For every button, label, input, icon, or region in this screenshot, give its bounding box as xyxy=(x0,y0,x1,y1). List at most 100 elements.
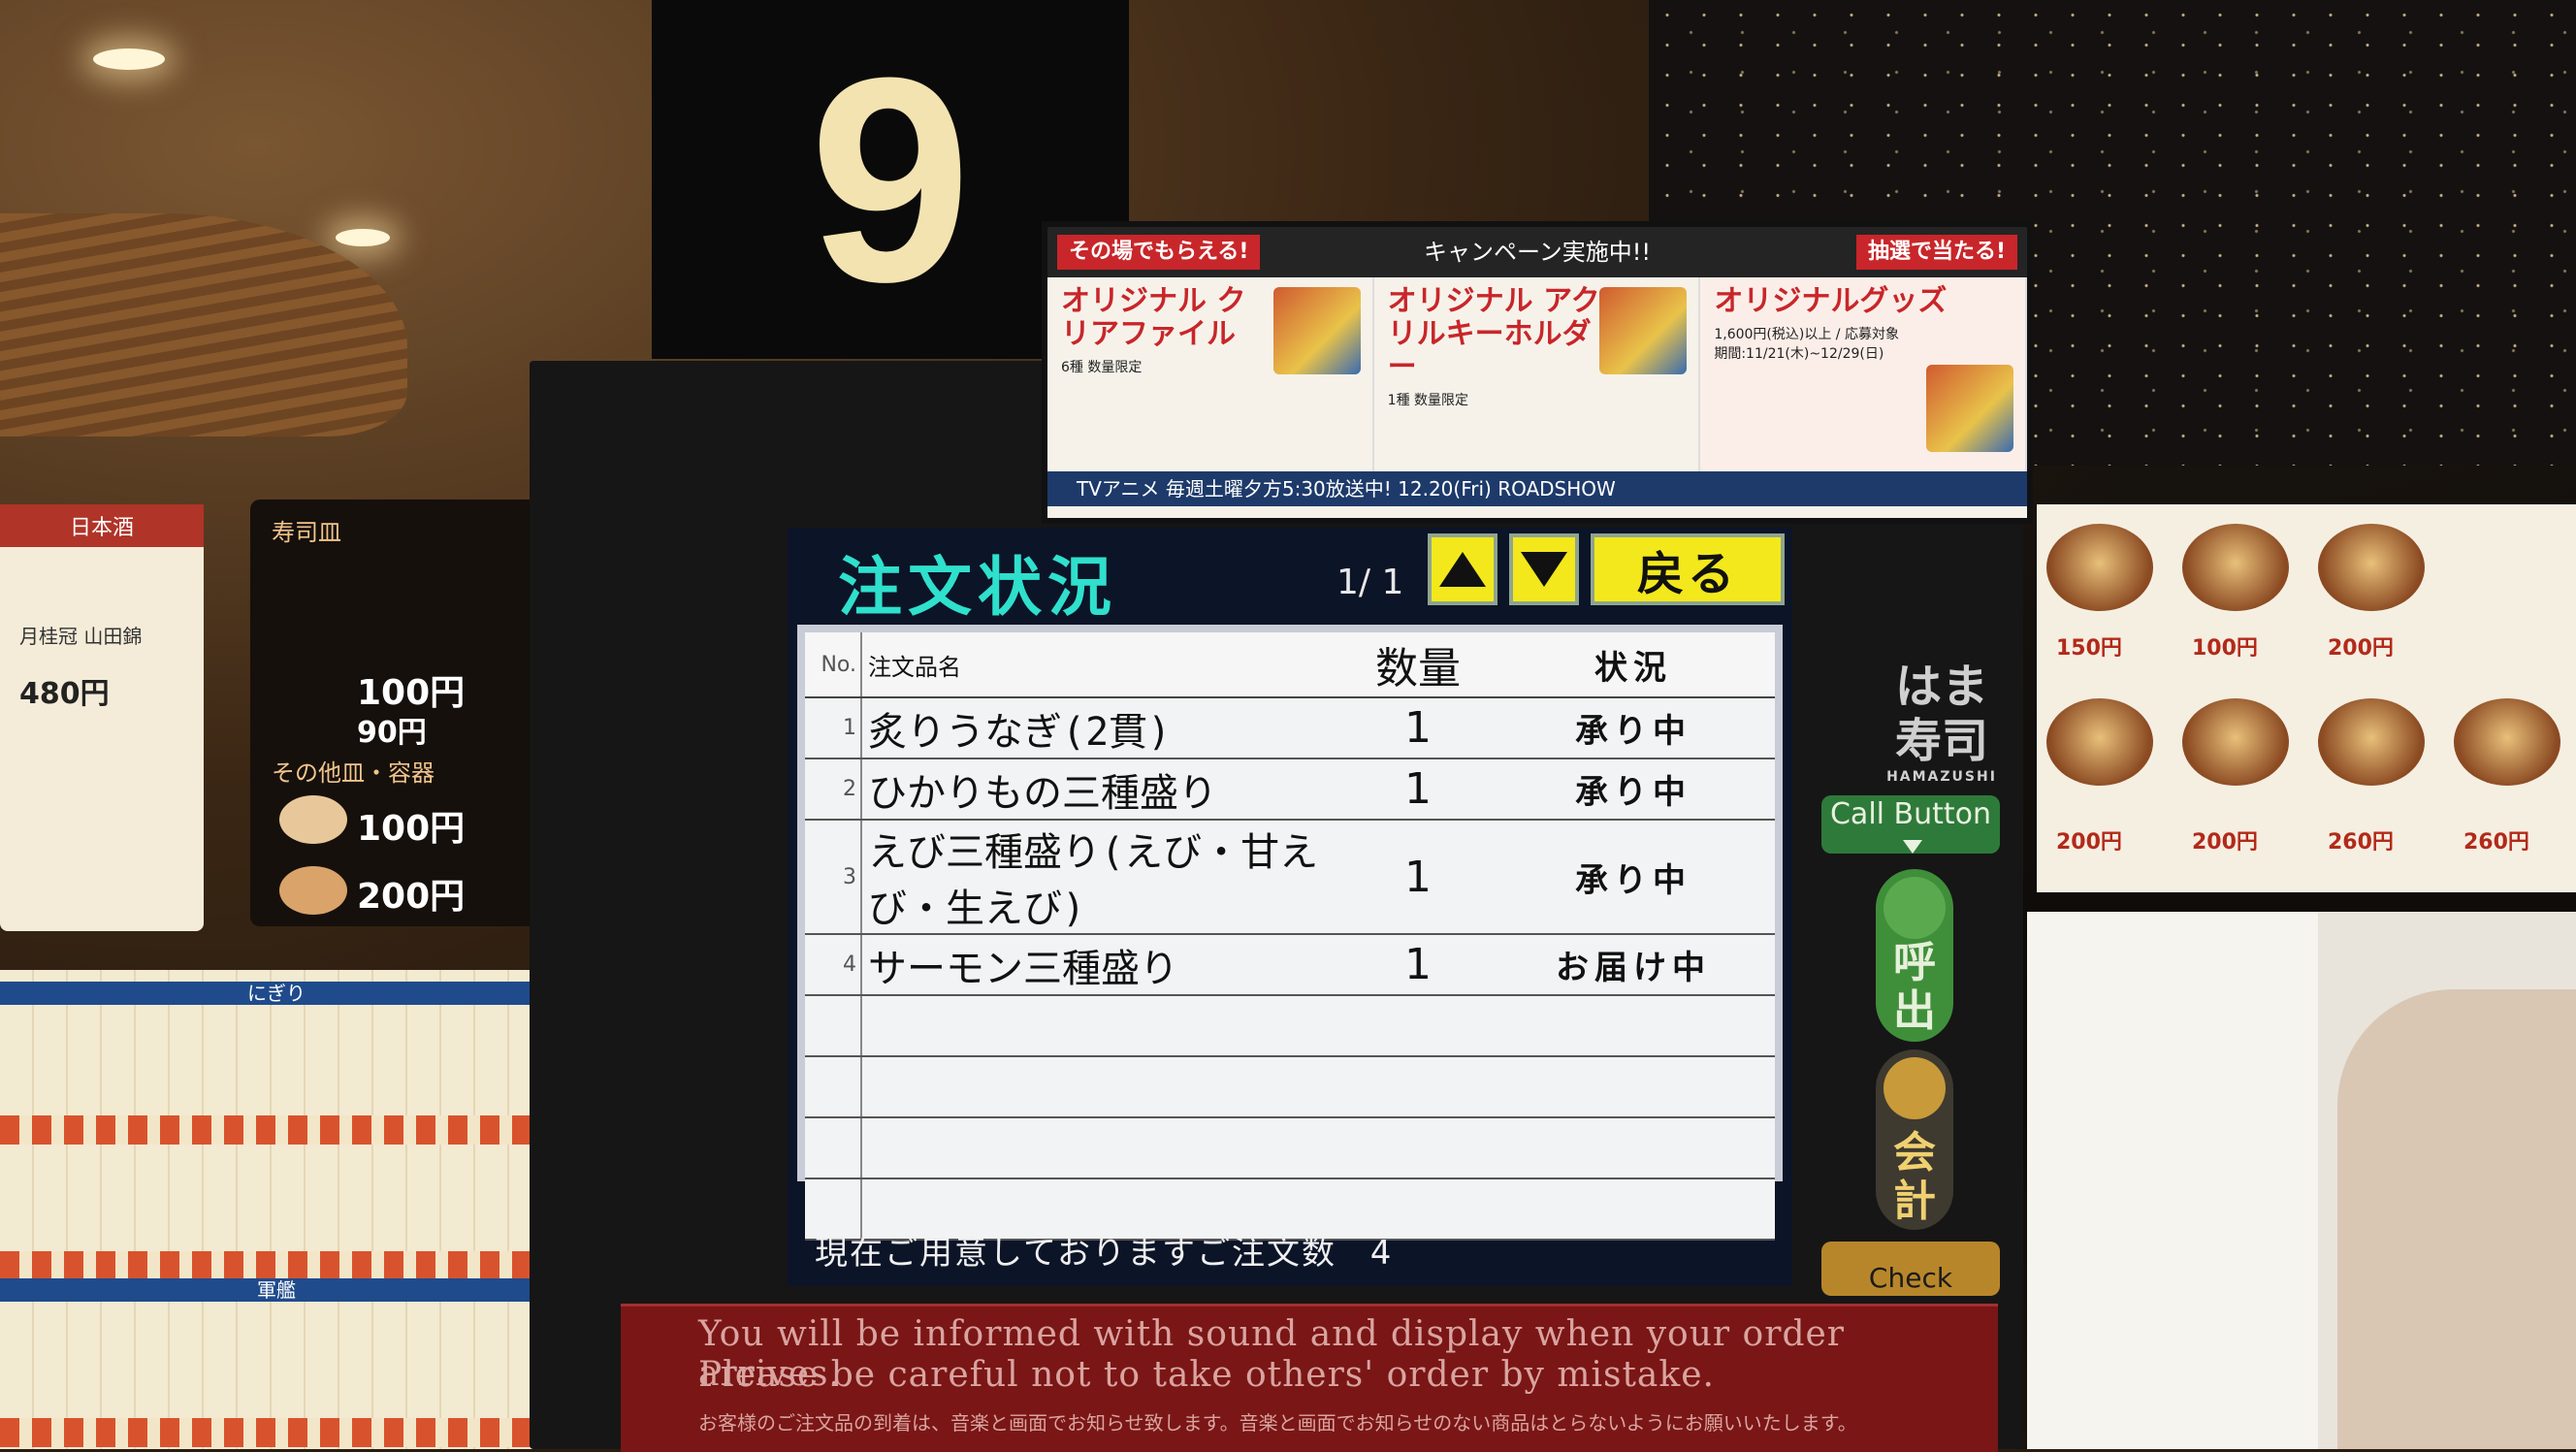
empty-cell xyxy=(1492,1178,1775,1241)
table-row: 2 ひかりもの三種盛り 1 承り中 xyxy=(805,758,1775,821)
noodle-image xyxy=(2318,698,2425,786)
drink-menu-card: 日本酒 月桂冠 山田錦 480円 xyxy=(0,504,204,931)
screen-title: 注文状況 xyxy=(838,550,1117,625)
empty-cell xyxy=(1492,1056,1775,1118)
ad-footer: TVアニメ 毎週土曜夕方5:30放送中! 12.20(Fri) ROADSHOW xyxy=(1047,471,2027,506)
brand-name: はま寿司 xyxy=(1894,660,1988,768)
order-status-screen: 注文状況 1/ 1 戻る No. 注文品名 数量 状況 1 炙りうなぎ(2貫) … xyxy=(788,528,1792,1286)
ad-item: オリジナル クリアファイル 6種 数量限定 xyxy=(1047,277,1374,471)
menu-price: 200円 xyxy=(2328,636,2394,661)
noodle-image xyxy=(2454,698,2560,786)
call-button-text: 呼出 xyxy=(1893,938,1936,1036)
empty-cell xyxy=(861,1117,1344,1179)
scroll-up-button[interactable] xyxy=(1428,533,1497,605)
order-status: お届け中 xyxy=(1492,934,1775,996)
arrow-up-icon xyxy=(1439,552,1486,587)
order-name: ひかりもの三種盛り xyxy=(861,758,1344,821)
ceiling-light xyxy=(93,48,165,70)
ad-item-note: 1,600円(税込)以上 / 応募対象期間:11/21(木)~12/29(日) xyxy=(1714,327,1899,362)
ad-item: オリジナルグッズ 1,600円(税込)以上 / 応募対象期間:11/21(木)~… xyxy=(1700,277,2028,471)
noodle-image xyxy=(2046,698,2153,786)
drink-price: 480円 xyxy=(19,677,110,711)
plate-price-menu: 寿司皿 100円 90円 その他皿・容器 100円 200円 xyxy=(250,500,541,926)
ad-headline: キャンペーン実施中!! xyxy=(1423,239,1652,266)
empty-cell xyxy=(805,1117,862,1179)
gunkan-header: 軍艦 xyxy=(0,1278,553,1302)
soup-image xyxy=(2318,524,2425,611)
ad-item-image xyxy=(1272,287,1361,374)
scroll-down-button[interactable] xyxy=(1509,533,1579,605)
order-no: 3 xyxy=(805,820,862,935)
brand-subtitle: HAMAZUSHI xyxy=(1886,769,1997,785)
menu-price: 150円 xyxy=(2056,636,2122,661)
campaign-ad-panel: その場でもらえる! キャンペーン実施中!! 抽選で当たる! オリジナル クリアフ… xyxy=(1042,221,2033,524)
ad-item: オリジナル アクリルキーホルダー 1種 数量限定 xyxy=(1374,277,1701,471)
sushi-photo-strip xyxy=(0,1251,553,1280)
noodle-image xyxy=(2182,698,2289,786)
menu-price: 260円 xyxy=(2328,830,2394,855)
menu-price: 100円 xyxy=(2192,636,2258,661)
plate-image xyxy=(279,866,347,915)
ad-item-title: オリジナル クリアファイル xyxy=(1061,284,1246,351)
ad-item-note: 1種 数量限定 xyxy=(1387,393,1469,408)
empty-cell xyxy=(1344,995,1492,1057)
empty-cell xyxy=(1492,1117,1775,1179)
menu-price: 260円 xyxy=(2463,830,2529,855)
order-status: 承り中 xyxy=(1492,697,1775,759)
check-out-button[interactable]: 会計 xyxy=(1876,1049,1953,1230)
order-no: 2 xyxy=(805,758,862,821)
button-lamp xyxy=(1884,877,1946,939)
table-row: 4 サーモン三種盛り 1 お届け中 xyxy=(805,934,1775,996)
ad-item-title: オリジナル アクリルキーホルダー xyxy=(1387,284,1600,384)
plate-menu-header: 寿司皿 xyxy=(272,519,341,546)
order-qty: 1 xyxy=(1344,934,1492,996)
page-indicator: 1/ 1 xyxy=(1336,563,1404,602)
menu-price: 200円 xyxy=(2192,830,2258,855)
ad-item-image xyxy=(1599,287,1688,374)
empty-cell xyxy=(1344,1117,1492,1179)
empty-cell xyxy=(1344,1056,1492,1118)
back-button[interactable]: 戻る xyxy=(1591,533,1785,605)
order-qty: 1 xyxy=(1344,820,1492,935)
table-row: 3 えび三種盛り(えび・甘えび・生えび) 1 承り中 xyxy=(805,820,1775,935)
order-qty: 1 xyxy=(1344,697,1492,759)
ad-item-title: オリジナルグッズ xyxy=(1714,284,1948,318)
column-header-no: No. xyxy=(805,632,862,698)
side-menu-card: 150円 100円 200円 200円 200円 260円 260円 xyxy=(2037,504,2576,892)
drink-name: 月桂冠 山田錦 xyxy=(19,625,143,648)
table-row-empty xyxy=(805,995,1775,1057)
button-lamp xyxy=(1884,1057,1946,1119)
empty-cell xyxy=(861,995,1344,1057)
empty-cell xyxy=(861,1056,1344,1118)
table-row: 1 炙りうなぎ(2貫) 1 承り中 xyxy=(805,697,1775,759)
table-header-row: No. 注文品名 数量 状況 xyxy=(805,632,1775,698)
ad-item-image xyxy=(1926,365,2014,452)
call-staff-button[interactable]: 呼出 xyxy=(1876,869,1953,1042)
plate-price: 90円 xyxy=(357,716,427,750)
order-status: 承り中 xyxy=(1492,820,1775,935)
empty-cell xyxy=(1492,995,1775,1057)
column-header-status: 状況 xyxy=(1492,632,1775,698)
column-header-qty: 数量 xyxy=(1344,632,1492,698)
soup-image xyxy=(2182,524,2289,611)
order-notice-sign: You will be informed with sound and disp… xyxy=(621,1304,1998,1452)
order-name: 炙りうなぎ(2貫) xyxy=(861,697,1344,759)
order-no: 4 xyxy=(805,934,862,996)
notice-line-2: Please be careful not to take others' or… xyxy=(698,1355,1715,1395)
ad-items: オリジナル クリアファイル 6種 数量限定 オリジナル アクリルキーホルダー 1… xyxy=(1047,277,2028,471)
table-row-empty xyxy=(805,1117,1775,1179)
ad-header: その場でもらえる! キャンペーン実施中!! 抽選で当たる! xyxy=(1047,227,2027,277)
ad-tag-left: その場でもらえる! xyxy=(1057,235,1261,270)
nigiri-header: にぎり xyxy=(0,982,553,1005)
empty-cell xyxy=(805,995,862,1057)
arrow-down-icon xyxy=(1521,552,1567,587)
other-plates-header: その他皿・容器 xyxy=(272,759,435,787)
menu-price: 200円 xyxy=(2056,830,2122,855)
customer-silhouette xyxy=(2337,989,2576,1449)
sushi-photo-strip xyxy=(0,1115,553,1145)
order-qty: 1 xyxy=(1344,758,1492,821)
soup-image xyxy=(2046,524,2153,611)
check-button-text: 会計 xyxy=(1893,1128,1936,1226)
order-table: No. 注文品名 数量 状況 1 炙りうなぎ(2貫) 1 承り中 2 ひかりもの… xyxy=(805,632,1775,1241)
check-button-label: Check Button xyxy=(1821,1242,2000,1368)
